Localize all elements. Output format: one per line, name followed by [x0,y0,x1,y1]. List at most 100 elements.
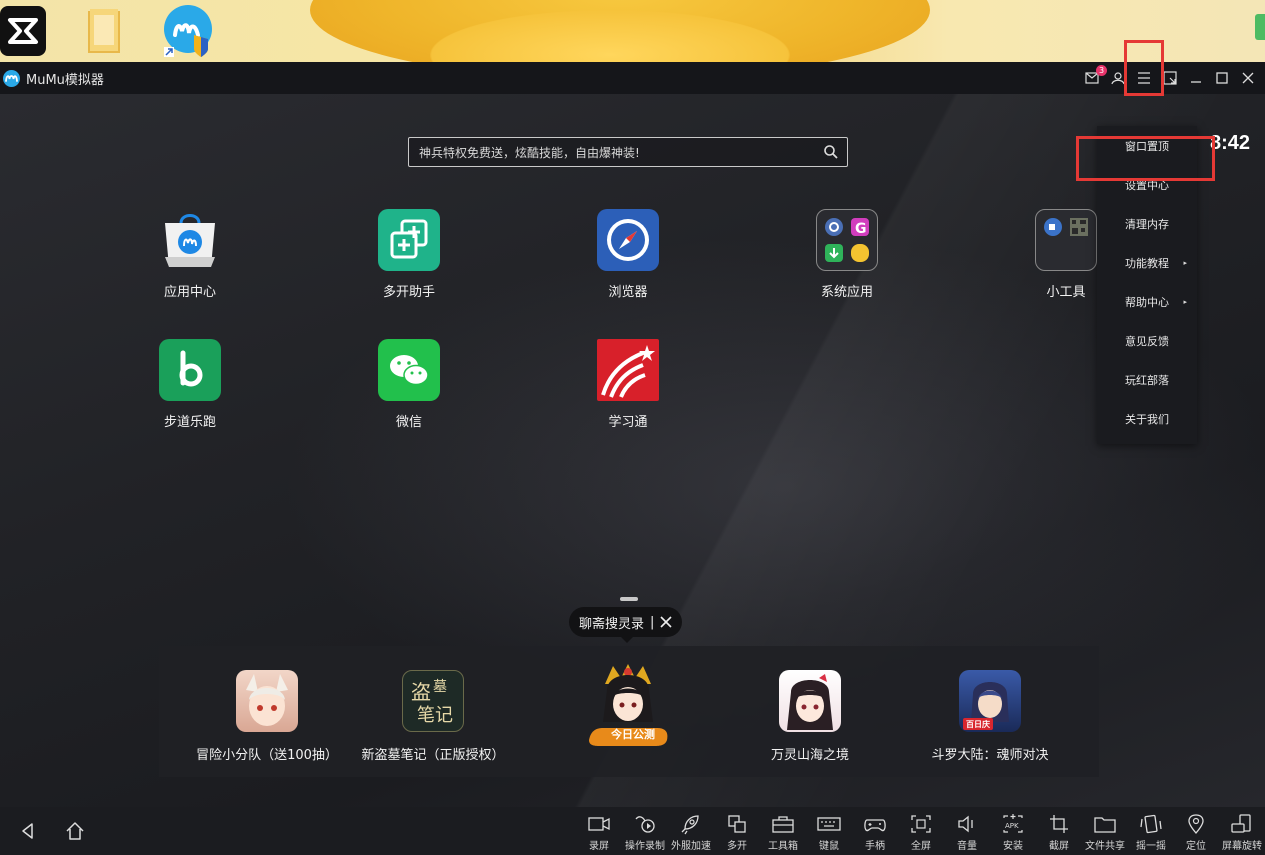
capcut-icon[interactable] [0,6,46,56]
menu-item-label: 意见反馈 [1125,334,1169,348]
android-screen: 8:42 神兵特权免费送，炫酷技能，自由爆神装! 应用中心 多开助手 浏览器 G… [0,94,1265,807]
svg-text:盗: 盗 [411,680,431,704]
game-item-featured[interactable]: 今日公测 [543,660,713,748]
search-icon[interactable] [823,144,839,160]
gamepad-icon [864,819,886,832]
game-label: 斗罗大陆：魂师对决 [931,748,1049,763]
tools-folder-icon [1035,209,1097,271]
rotate-icon [1231,814,1251,833]
tool-file-share[interactable]: 文件共享 [1082,813,1128,852]
menu-item-community[interactable]: 玩红部落 [1097,360,1197,399]
app-label: 微信 [395,415,422,430]
tool-label: 定位 [1186,841,1206,852]
app-label: 学习通 [608,415,648,430]
user-button[interactable] [1109,69,1127,87]
speaker-icon [958,815,973,833]
close-button[interactable] [1239,69,1257,87]
menu-item-pin-window[interactable]: 窗口置顶 [1097,126,1197,165]
app-multi-instance[interactable]: 多开助手 [349,209,469,300]
desktop-edge-icon [1255,14,1265,40]
game-tooltip[interactable]: 聊斋搜灵录 | [569,607,683,643]
tool-label: 外服加速 [671,841,711,852]
svg-text:笔记: 笔记 [417,705,453,726]
folder-icon[interactable] [84,5,134,57]
back-icon[interactable] [17,820,39,842]
menu-button[interactable] [1135,69,1153,87]
menu-item-help-center[interactable]: 帮助中心 ▸ [1097,282,1197,321]
macro-icon [635,816,655,833]
game-item[interactable]: 冒险小分队（送100抽） [182,670,352,763]
app-app-center[interactable]: 应用中心 [130,209,250,300]
tool-shake[interactable]: 摇一摇 [1128,813,1174,852]
app-browser[interactable]: 浏览器 [568,209,688,300]
tool-label: 工具箱 [768,841,798,852]
rocket-icon [681,815,699,835]
tool-macro-record[interactable]: 操作录制 [622,813,668,852]
svg-text:墓: 墓 [433,679,447,695]
app-label: 多开助手 [382,285,435,300]
tool-keyboard-mouse[interactable]: 键鼠 [806,813,852,852]
menu-item-feedback[interactable]: 意见反馈 [1097,321,1197,360]
tooltip-separator: | [650,614,655,630]
crop-icon [1050,815,1068,833]
title-bar: MuMu模拟器 3 [0,62,1265,94]
close-icon[interactable] [660,616,672,628]
game-icon [779,670,841,732]
tool-gamepad[interactable]: 手柄 [852,813,898,852]
menu-item-clear-memory[interactable]: 清理内存 [1097,204,1197,243]
tool-install-apk[interactable]: APK 安装 [990,813,1036,852]
app-label: 应用中心 [163,285,216,300]
close-icon [1242,72,1254,84]
minimize-button[interactable] [1187,69,1205,87]
shake-icon [1140,814,1162,834]
tool-label: 多开 [727,841,747,852]
mini-mode-button[interactable] [1161,69,1179,87]
mumu-shortcut-icon[interactable] [162,5,212,57]
game-icon: 百日庆 [959,670,1021,732]
tool-record-screen[interactable]: 录屏 [576,813,622,852]
recommended-games-bar: 冒险小分队（送100抽） 盗 墓 笔记 新盗墓笔记（正版授权） 今日公测 万灵山… [159,646,1099,777]
game-icon [236,670,298,732]
maximize-button[interactable] [1213,69,1231,87]
menu-item-label: 设置中心 [1125,178,1169,192]
mumu-window: MuMu模拟器 3 8:42 神兵特权免费送，炫酷技能，自由爆神装! 应用中心 … [0,62,1265,855]
menu-item-label: 窗口置顶 [1125,139,1169,153]
menu-item-tutorials[interactable]: 功能教程 ▸ [1097,243,1197,282]
tool-label: 摇一摇 [1136,841,1166,852]
svg-text:APK: APK [1005,822,1019,830]
tool-accelerator[interactable]: 外服加速 [668,813,714,852]
app-xuexitong[interactable]: 学习通 [568,339,688,430]
search-box[interactable]: 神兵特权免费送，炫酷技能，自由爆神装! [408,137,848,167]
tool-location[interactable]: 定位 [1173,813,1219,852]
tooltip-text: 聊斋搜灵录 [579,616,645,632]
app-label: 浏览器 [608,285,648,300]
menu-item-about[interactable]: 关于我们 [1097,399,1197,438]
svg-text:G: G [855,221,867,237]
tool-fullscreen[interactable]: 全屏 [898,813,944,852]
tool-label: 安装 [1003,841,1023,852]
tool-rotate-screen[interactable]: 屏幕旋转 [1219,813,1265,852]
tool-toolbox[interactable]: 工具箱 [760,813,806,852]
menu-item-label: 帮助中心 [1125,295,1169,309]
location-pin-icon [1188,814,1204,834]
game-icon: 今日公测 [583,660,673,748]
app-wechat[interactable]: 微信 [349,339,469,430]
app-budao[interactable]: 步道乐跑 [130,339,250,430]
game-item[interactable]: 万灵山海之境 [725,670,895,763]
search-input[interactable]: 神兵特权免费送，炫酷技能，自由爆神装! [419,144,823,161]
apk-icon: APK [1003,814,1023,833]
budao-icon [159,339,221,401]
app-system-apps[interactable]: G 系统应用 [787,209,907,300]
mail-button[interactable]: 3 [1083,65,1107,87]
tool-volume[interactable]: 音量 [944,813,990,852]
game-icon: 盗 墓 笔记 [402,670,464,732]
menu-item-label: 清理内存 [1125,217,1169,231]
menu-item-settings[interactable]: 设置中心 [1097,165,1197,204]
tool-multi-instance[interactable]: 多开 [714,813,760,852]
keyboard-icon [817,817,841,831]
submenu-arrow-icon: ▸ [1183,258,1187,267]
game-item[interactable]: 百日庆 斗罗大陆：魂师对决 [905,670,1075,763]
game-item[interactable]: 盗 墓 笔记 新盗墓笔记（正版授权） [348,670,518,763]
home-icon[interactable] [64,820,86,842]
tool-screenshot[interactable]: 截屏 [1036,813,1082,852]
